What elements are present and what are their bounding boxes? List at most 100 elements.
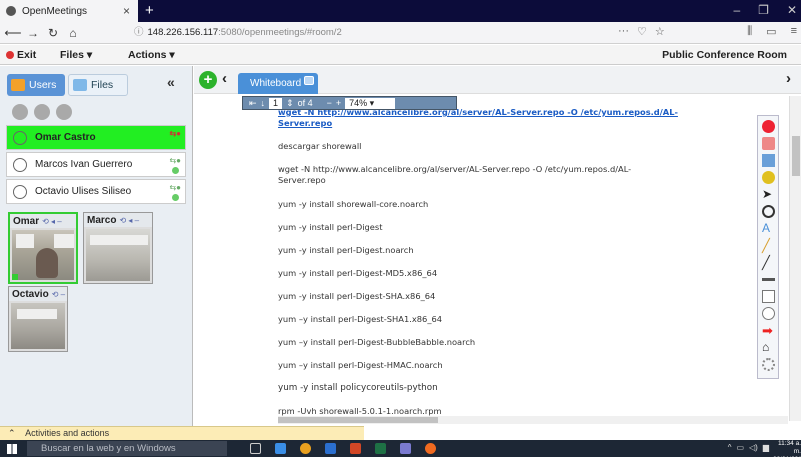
text-icon[interactable]: A [762, 222, 775, 235]
browser-toolbar-right: ⫼ ▭ ≡ [747, 25, 797, 38]
files-menu[interactable]: Files ▾ [60, 49, 92, 61]
close-window-icon[interactable]: ✕ [787, 3, 797, 17]
tab-users[interactable]: Users [7, 74, 65, 96]
whiteboard-toolbar: ➤ A ╱ ╱ ➡ ⌂ [757, 115, 779, 379]
avatar-icon [13, 130, 27, 145]
scroll-thumb[interactable] [792, 136, 800, 176]
add-whiteboard-button[interactable]: + [199, 71, 217, 89]
minimize-icon[interactable]: – [733, 3, 740, 17]
horizontal-scrollbar[interactable] [278, 416, 788, 424]
taskbar-search[interactable]: Buscar en la web y en Windows [27, 441, 227, 456]
scroll-thumb[interactable] [278, 417, 438, 423]
activities-label: Activities and actions [25, 428, 110, 438]
pointer-icon[interactable]: ➤ [762, 188, 775, 201]
home-shape-icon[interactable]: ⌂ [762, 341, 775, 354]
sidebar-icon[interactable]: ▭ [766, 25, 776, 38]
notifications-icon[interactable]: ▆ [763, 443, 769, 452]
page-number-input[interactable]: 1 [269, 97, 283, 109]
user-edit-icon[interactable] [56, 104, 72, 120]
collapse-panel-icon[interactable]: « [167, 74, 175, 90]
clear-objects-icon[interactable] [762, 137, 775, 150]
zoom-out-icon[interactable]: − [327, 98, 332, 108]
video-user-name: Marco [87, 214, 117, 226]
clock[interactable]: 11:34 a. m. 23/01/2016 [773, 440, 801, 464]
site-info-icon[interactable]: ⓘ [134, 25, 144, 41]
prev-tab-icon[interactable]: ‹ [222, 70, 227, 87]
doc-line: yum -y install policycoreutils-python [278, 383, 438, 393]
pocket-icon[interactable]: ♡ [637, 25, 647, 38]
document-page: wget -N http://www.alcancelibre.org/al/s… [278, 102, 708, 417]
url-bar[interactable]: ⓘ 148.226.156.117 :5080/openmeetings/#ro… [134, 25, 644, 41]
home-icon[interactable]: ⌂ [63, 26, 83, 40]
tab-whiteboard[interactable]: Whiteboard [238, 73, 318, 94]
browser-tab[interactable]: OpenMeetings × [0, 0, 138, 22]
back-icon[interactable]: ⟵ [3, 26, 23, 40]
settings-icon[interactable] [762, 358, 775, 371]
undo-icon[interactable] [762, 171, 775, 184]
page-toolbar: ⇤ ↓ 1 ⇕ of 4 − + 74% ▾ [242, 96, 457, 110]
user-row[interactable]: Omar Castro ⇆● [6, 125, 186, 150]
first-page-icon[interactable]: ⇤ [249, 98, 257, 109]
next-tab-icon[interactable]: › [786, 70, 791, 87]
video-controls-icon[interactable]: ⟲ – [52, 290, 65, 299]
settings-gear-icon[interactable] [12, 104, 28, 120]
video-controls-icon[interactable]: ⟲ ◂ – [119, 216, 139, 225]
online-dot-icon [172, 167, 179, 174]
line-icon[interactable]: ╱ [762, 256, 775, 269]
browser-icon[interactable] [425, 443, 436, 454]
word-icon[interactable] [325, 443, 336, 454]
windows-start-icon[interactable] [7, 444, 17, 454]
vertical-scrollbar[interactable] [789, 96, 801, 421]
forward-icon[interactable]: → [23, 26, 43, 40]
rectangle-icon[interactable] [762, 290, 775, 303]
firefox-icon[interactable] [300, 443, 311, 454]
exit-button[interactable]: Exit [6, 49, 36, 61]
actions-menu[interactable]: Actions ▾ [128, 49, 175, 61]
user-row[interactable]: Octavio Ulises Siliseo ⇆● [6, 179, 186, 204]
save-icon[interactable] [762, 154, 775, 167]
bookmark-star-icon[interactable]: ☆ [655, 25, 665, 38]
zoom-in-icon[interactable]: + [336, 98, 341, 108]
doc-line: yum -y install perl-Digest-MD5.x86_64 [278, 268, 438, 278]
edge-icon[interactable] [275, 443, 286, 454]
maximize-whiteboard-icon[interactable] [304, 76, 314, 85]
volume-icon[interactable]: ◁) [749, 443, 758, 452]
video-controls-icon[interactable]: ⟲ ◂ – [42, 217, 62, 226]
pointer-circle-icon[interactable] [762, 205, 775, 218]
tab-files[interactable]: Files [68, 74, 128, 96]
video-user-name: Omar [13, 215, 40, 227]
video-window[interactable]: Omar ⟲ ◂ – [8, 212, 78, 284]
excel-icon[interactable] [375, 443, 386, 454]
network-icon[interactable]: ▭ [736, 443, 744, 452]
powerpoint-icon[interactable] [350, 443, 361, 454]
task-view-icon[interactable] [250, 443, 261, 454]
activities-bar[interactable]: ⌃ Activities and actions [0, 426, 364, 440]
video-title-bar: Omar ⟲ ◂ – [10, 214, 76, 228]
tray-chevron-icon[interactable]: ^ [728, 443, 732, 452]
ellipse-icon[interactable] [762, 307, 775, 320]
user-settings-icon[interactable] [34, 104, 50, 120]
new-tab-icon[interactable]: + [145, 2, 154, 19]
left-panel: Users Files « Omar Castro ⇆● Marcos Ivan… [0, 66, 193, 426]
menu-icon[interactable]: ≡ [791, 25, 797, 38]
arrow-icon[interactable]: ➡ [762, 324, 775, 337]
page-stepper-icon[interactable]: ⇕ [286, 98, 294, 109]
doc-line: Server.repo [278, 175, 326, 185]
doc-line[interactable]: Server.repo [278, 118, 332, 128]
video-user-name: Octavio [12, 288, 49, 300]
video-window[interactable]: Marco ⟲ ◂ – [83, 212, 153, 284]
pen-icon[interactable]: ╱ [762, 239, 775, 252]
maximize-icon[interactable]: ❐ [758, 3, 769, 17]
user-row[interactable]: Marcos Ivan Guerrero ⇆● [6, 152, 186, 177]
page-actions-icon[interactable]: ··· [618, 25, 629, 38]
network-app-icon[interactable] [400, 443, 411, 454]
close-tab-icon[interactable]: × [123, 4, 130, 18]
app-menu-bar: Exit Files ▾ Actions ▾ Public Conference… [0, 45, 801, 65]
clear-icon[interactable] [762, 120, 775, 133]
prev-page-icon[interactable]: ↓ [261, 98, 266, 108]
library-icon[interactable]: ⫼ [747, 25, 752, 38]
reload-icon[interactable]: ↻ [43, 26, 63, 40]
video-window[interactable]: Octavio ⟲ – [8, 286, 68, 352]
window-controls: – ❐ ✕ [733, 3, 797, 17]
zoom-select[interactable]: 74% ▾ [345, 97, 396, 109]
